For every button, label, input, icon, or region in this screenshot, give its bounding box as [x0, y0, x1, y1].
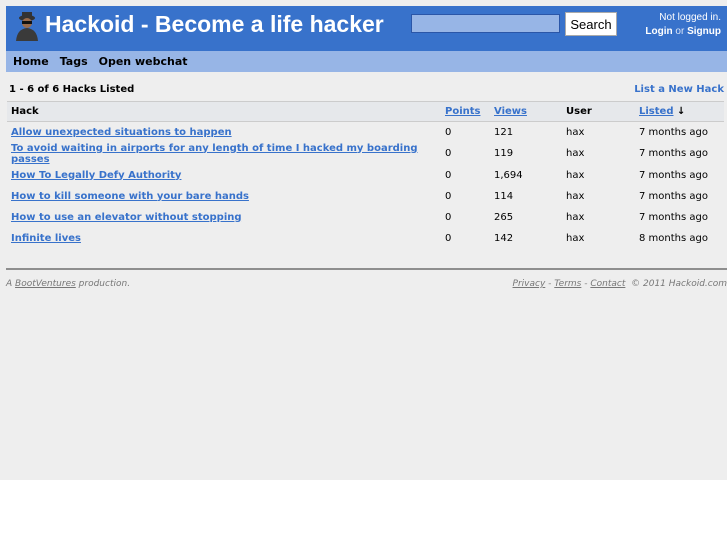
hack-link[interactable]: How to use an elevator without stopping	[11, 212, 242, 223]
footer-links: Privacy - Terms - Contact © 2011 Hackoid…	[513, 279, 727, 289]
points-cell: 0	[445, 148, 452, 159]
or-text: or	[675, 26, 685, 37]
sort-arrow-icon: ↓	[676, 106, 686, 117]
hack-cell[interactable]: To avoid waiting in airports for any len…	[7, 143, 441, 165]
hack-link[interactable]: Allow unexpected situations to happen	[11, 127, 232, 138]
table-row: How to kill someone with your bare hands…	[7, 186, 724, 207]
header: Hackoid - Become a life hacker Search No…	[6, 6, 727, 51]
hacks-table: Hack Points Views User Listed ↓ Allow un…	[7, 101, 724, 249]
bootventures-link[interactable]: BootVentures	[15, 279, 76, 289]
points-cell: 0	[445, 190, 452, 202]
signup-link[interactable]: Signup	[687, 26, 721, 37]
listed-cell: 8 months ago	[639, 232, 708, 244]
views-cell: 1,694	[494, 169, 523, 181]
user-cell: hax	[566, 148, 585, 159]
contact-link[interactable]: Contact	[590, 279, 625, 289]
hack-count: 1 - 6 of 6 Hacks Listed	[9, 84, 135, 95]
col-listed[interactable]: Listed ↓	[635, 101, 724, 122]
views-cell: 114	[494, 190, 514, 202]
login-link[interactable]: Login	[645, 26, 672, 37]
col-hack: Hack	[7, 101, 441, 122]
sort-listed-link[interactable]: Listed	[639, 106, 673, 117]
col-user: User	[562, 101, 635, 122]
sort-points-link[interactable]: Points	[445, 106, 480, 117]
points-cell: 0	[445, 126, 452, 138]
nav-home[interactable]: Home	[13, 55, 49, 68]
table-row: How To Legally Defy Authority 0 1,694 ha…	[7, 165, 724, 186]
footer-prefix: A	[6, 279, 13, 289]
search-input[interactable]	[411, 14, 560, 33]
hacker-avatar-icon	[16, 12, 38, 41]
separator: -	[584, 279, 588, 289]
hack-cell[interactable]: Infinite lives	[7, 228, 441, 249]
terms-link[interactable]: Terms	[554, 279, 581, 289]
hack-link[interactable]: To avoid waiting in airports for any len…	[11, 143, 418, 165]
user-cell: hax	[566, 190, 585, 202]
views-cell: 265	[494, 211, 514, 223]
table-row: Infinite lives 0 142 hax 8 months ago	[7, 228, 724, 249]
points-cell: 0	[445, 232, 452, 244]
table-row: Allow unexpected situations to happen 0 …	[7, 122, 724, 143]
user-cell: hax	[566, 211, 585, 223]
hack-cell[interactable]: How to use an elevator without stopping	[7, 207, 441, 228]
hack-cell[interactable]: Allow unexpected situations to happen	[7, 122, 441, 143]
listed-cell: 7 months ago	[639, 211, 708, 223]
table-row: How to use an elevator without stopping …	[7, 207, 724, 228]
hack-cell[interactable]: How to kill someone with your bare hands	[7, 186, 441, 207]
listed-cell: 7 months ago	[639, 190, 708, 202]
points-cell: 0	[445, 211, 452, 223]
col-points[interactable]: Points	[441, 101, 490, 122]
privacy-link[interactable]: Privacy	[513, 279, 546, 289]
login-status: Not logged in. Login or Signup	[645, 11, 721, 39]
listed-cell: 7 months ago	[639, 169, 708, 181]
hack-link[interactable]: How to kill someone with your bare hands	[11, 191, 249, 202]
hack-cell[interactable]: How To Legally Defy Authority	[7, 165, 441, 186]
col-views[interactable]: Views	[490, 101, 562, 122]
list-new-hack-link[interactable]: List a New Hack	[634, 84, 724, 95]
search-button[interactable]: Search	[565, 12, 617, 36]
page: Hackoid - Become a life hacker Search No…	[0, 0, 727, 480]
user-cell: hax	[566, 232, 585, 244]
views-cell: 121	[494, 126, 514, 138]
sort-views-link[interactable]: Views	[494, 106, 527, 117]
listed-cell: 7 months ago	[639, 126, 708, 138]
views-cell: 142	[494, 232, 514, 244]
copyright: © 2011 Hackoid.com	[631, 279, 727, 289]
hack-link[interactable]: How To Legally Defy Authority	[11, 170, 181, 181]
nav-tags[interactable]: Tags	[60, 55, 88, 68]
nav-bar: Home Tags Open webchat	[6, 51, 727, 72]
points-cell: 0	[445, 169, 452, 181]
user-cell: hax	[566, 169, 585, 181]
not-logged-in-text: Not logged in.	[659, 12, 721, 23]
listed-cell: 7 months ago	[639, 148, 708, 159]
footer-divider	[6, 268, 727, 270]
hack-link[interactable]: Infinite lives	[11, 233, 81, 244]
footer-suffix: production.	[78, 279, 131, 289]
footer-credit: A BootVentures production.	[6, 279, 130, 289]
user-cell: hax	[566, 126, 585, 138]
views-cell: 119	[494, 148, 514, 159]
nav-open-webchat[interactable]: Open webchat	[99, 55, 188, 68]
separator: -	[548, 279, 552, 289]
table-row: To avoid waiting in airports for any len…	[7, 143, 724, 165]
site-title[interactable]: Hackoid - Become a life hacker	[45, 11, 384, 38]
